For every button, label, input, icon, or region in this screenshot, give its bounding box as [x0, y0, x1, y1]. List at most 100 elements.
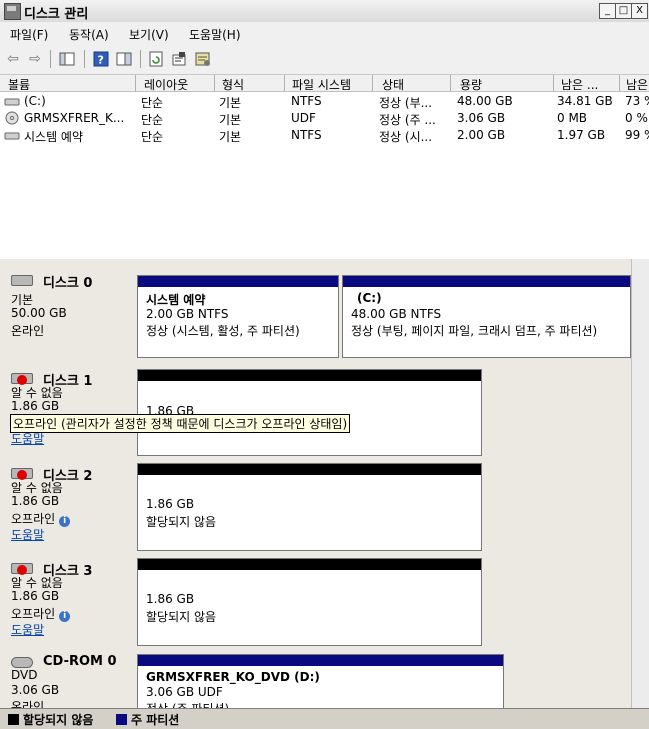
show-pane-icon[interactable]: [115, 50, 133, 68]
column-type[interactable]: 형식: [222, 76, 244, 93]
partition-title: (C:): [357, 291, 382, 305]
title-bar[interactable]: 디스크 관리 _ □ X: [0, 0, 649, 23]
disk-status: 오프라인: [11, 512, 56, 526]
legend-primary-swatch: [116, 714, 127, 725]
disk-name: 디스크 0: [43, 276, 93, 291]
info-icon[interactable]: i: [59, 516, 71, 527]
cell-status: 정상 (부...: [379, 96, 433, 110]
partition-size: 3.06 GB UDF: [146, 685, 223, 699]
cell-free-percent: 99 %: [625, 128, 649, 142]
disk-1-label[interactable]: 디스크 1 알 수 없음 1.86 GB 도움말: [3, 367, 131, 457]
disk-size: 1.86 GB: [11, 494, 60, 508]
partition-disk-1[interactable]: 1.86 GB: [137, 369, 482, 456]
menu-help[interactable]: 도움말(H): [189, 26, 241, 43]
volume-list: 볼륨 레이아웃 형식 파일 시스템 상태 용량 남은 ... 남은 (C:) 단…: [0, 75, 649, 334]
disk-graph-view: 디스크 0 기본 50.00 GB 온라인 시스템 예약 2.00 GB NTF…: [0, 259, 649, 708]
legend-primary: 주 파티션: [131, 713, 180, 727]
table-row[interactable]: 시스템 예약 단순 기본 NTFS 정상 (시... 2.00 GB 1.97 …: [0, 127, 649, 144]
svg-text:?: ?: [98, 54, 104, 67]
column-free-percent[interactable]: 남은: [626, 76, 648, 93]
help-icon[interactable]: ?: [92, 50, 110, 68]
column-layout[interactable]: 레이아웃: [144, 76, 188, 93]
maximize-button[interactable]: □: [615, 3, 632, 19]
partition-status: 정상 (주 파티션): [146, 700, 229, 708]
disk-0-label[interactable]: 디스크 0 기본 50.00 GB 온라인: [3, 269, 131, 361]
partition-size: 1.86 GB: [146, 497, 195, 511]
vertical-scrollbar[interactable]: [631, 259, 649, 708]
partition-title: 시스템 예약: [146, 293, 206, 307]
drive-icon: [4, 130, 20, 144]
volume-list-header: 볼륨 레이아웃 형식 파일 시스템 상태 용량 남은 ... 남은: [0, 75, 649, 92]
table-row[interactable]: GRMSXFRER_K... 단순 기본 UDF 정상 (주 ... 3.06 …: [0, 110, 649, 127]
legend-unallocated-swatch: [8, 714, 19, 725]
partition-disk-2[interactable]: 1.86 GB 할당되지 않음: [137, 463, 482, 551]
disk-size: 50.00 GB: [11, 306, 67, 320]
partition-system-reserved[interactable]: 시스템 예약 2.00 GB NTFS 정상 (시스템, 활성, 주 파티션): [137, 275, 339, 358]
column-capacity[interactable]: 용량: [460, 76, 482, 93]
disk-status: 온라인: [11, 700, 45, 708]
menu-file[interactable]: 파일(F): [10, 26, 48, 43]
menu-bar: 파일(F) 동작(A) 보기(V) 도움말(H): [0, 22, 649, 44]
refresh-icon[interactable]: [147, 50, 165, 68]
disk-management-icon: [4, 3, 21, 20]
window-title: 디스크 관리: [24, 7, 89, 22]
disk-icon: [11, 563, 33, 575]
disk-type: DVD: [11, 668, 38, 682]
cell-layout: 단순: [141, 113, 164, 127]
cell-free-space: 0 MB: [557, 111, 588, 125]
cell-type: 기본: [219, 113, 242, 127]
back-icon[interactable]: ⇦: [4, 50, 22, 68]
minimize-button[interactable]: _: [599, 3, 616, 19]
cell-free-space: 1.97 GB: [557, 128, 606, 142]
cell-layout: 단순: [141, 130, 164, 144]
cell-filesystem: UDF: [291, 111, 316, 125]
column-status[interactable]: 상태: [382, 76, 404, 93]
partition-status: 할당되지 않음: [146, 515, 217, 529]
close-button[interactable]: X: [631, 3, 648, 19]
menu-action[interactable]: 동작(A): [69, 26, 109, 43]
help-link[interactable]: 도움말: [11, 526, 44, 543]
offline-tooltip: 오프라인 (관리자가 설정한 정책 때문에 디스크가 오프라인 상태임): [10, 414, 351, 433]
disk-status: 온라인: [11, 324, 45, 338]
console-tree-icon[interactable]: [58, 50, 76, 68]
cell-capacity: 2.00 GB: [457, 128, 506, 142]
info-icon[interactable]: i: [59, 611, 71, 622]
cell-volume: (C:): [24, 94, 46, 108]
table-row[interactable]: (C:) 단순 기본 NTFS 정상 (부... 48.00 GB 34.81 …: [0, 93, 649, 110]
cell-type: 기본: [219, 130, 242, 144]
cdrom-0-label[interactable]: CD-ROM 0 DVD 3.06 GB 온라인: [3, 651, 131, 708]
cd-icon: [4, 111, 20, 128]
disk-size: 1.86 GB: [11, 399, 60, 413]
toolbar: ⇦ ⇨ ?: [0, 44, 649, 75]
partition-size: 1.86 GB: [146, 592, 195, 606]
help-link[interactable]: 도움말: [11, 621, 44, 638]
disk-icon: [11, 468, 33, 480]
disk-2-label[interactable]: 디스크 2 알 수 없음 1.86 GB 오프라인 i 도움말: [3, 462, 131, 552]
partition-size: 48.00 GB NTFS: [351, 307, 442, 321]
disk-name: CD-ROM 0: [43, 654, 117, 669]
cell-status: 정상 (주 ...: [379, 113, 436, 127]
cell-filesystem: NTFS: [291, 94, 322, 108]
column-volume[interactable]: 볼륨: [8, 76, 30, 93]
partition-status: 정상 (부팅, 페이지 파일, 크래시 덤프, 주 파티션): [351, 324, 598, 338]
disk-management-window: 디스크 관리 _ □ X 파일(F) 동작(A) 보기(V) 도움말(H) ⇦ …: [0, 0, 649, 729]
partition-cdrom[interactable]: GRMSXFRER_KO_DVD (D:) 3.06 GB UDF 정상 (주 …: [137, 654, 504, 708]
partition-status: 정상 (시스템, 활성, 주 파티션): [146, 324, 300, 338]
disk-3-label[interactable]: 디스크 3 알 수 없음 1.86 GB 오프라인 i 도움말: [3, 557, 131, 647]
settings-icon[interactable]: [194, 50, 212, 68]
partition-c[interactable]: (C:) 48.00 GB NTFS 정상 (부팅, 페이지 파일, 크래시 덤…: [342, 275, 631, 358]
cell-volume: GRMSXFRER_K...: [24, 111, 125, 125]
column-filesystem[interactable]: 파일 시스템: [292, 76, 351, 93]
cell-capacity: 48.00 GB: [457, 94, 513, 108]
disk-status: 오프라인: [11, 607, 56, 621]
properties-icon[interactable]: [170, 50, 188, 68]
partition-disk-3[interactable]: 1.86 GB 할당되지 않음: [137, 558, 482, 646]
partition-title: GRMSXFRER_KO_DVD (D:): [146, 670, 320, 684]
cell-layout: 단순: [141, 96, 164, 110]
forward-icon[interactable]: ⇨: [26, 50, 44, 68]
legend-bar: 할당되지 않음 주 파티션: [0, 708, 649, 729]
column-free-space[interactable]: 남은 ...: [561, 76, 598, 93]
menu-view[interactable]: 보기(V): [129, 26, 169, 43]
partition-size: 2.00 GB NTFS: [146, 307, 229, 321]
cell-type: 기본: [219, 96, 242, 110]
